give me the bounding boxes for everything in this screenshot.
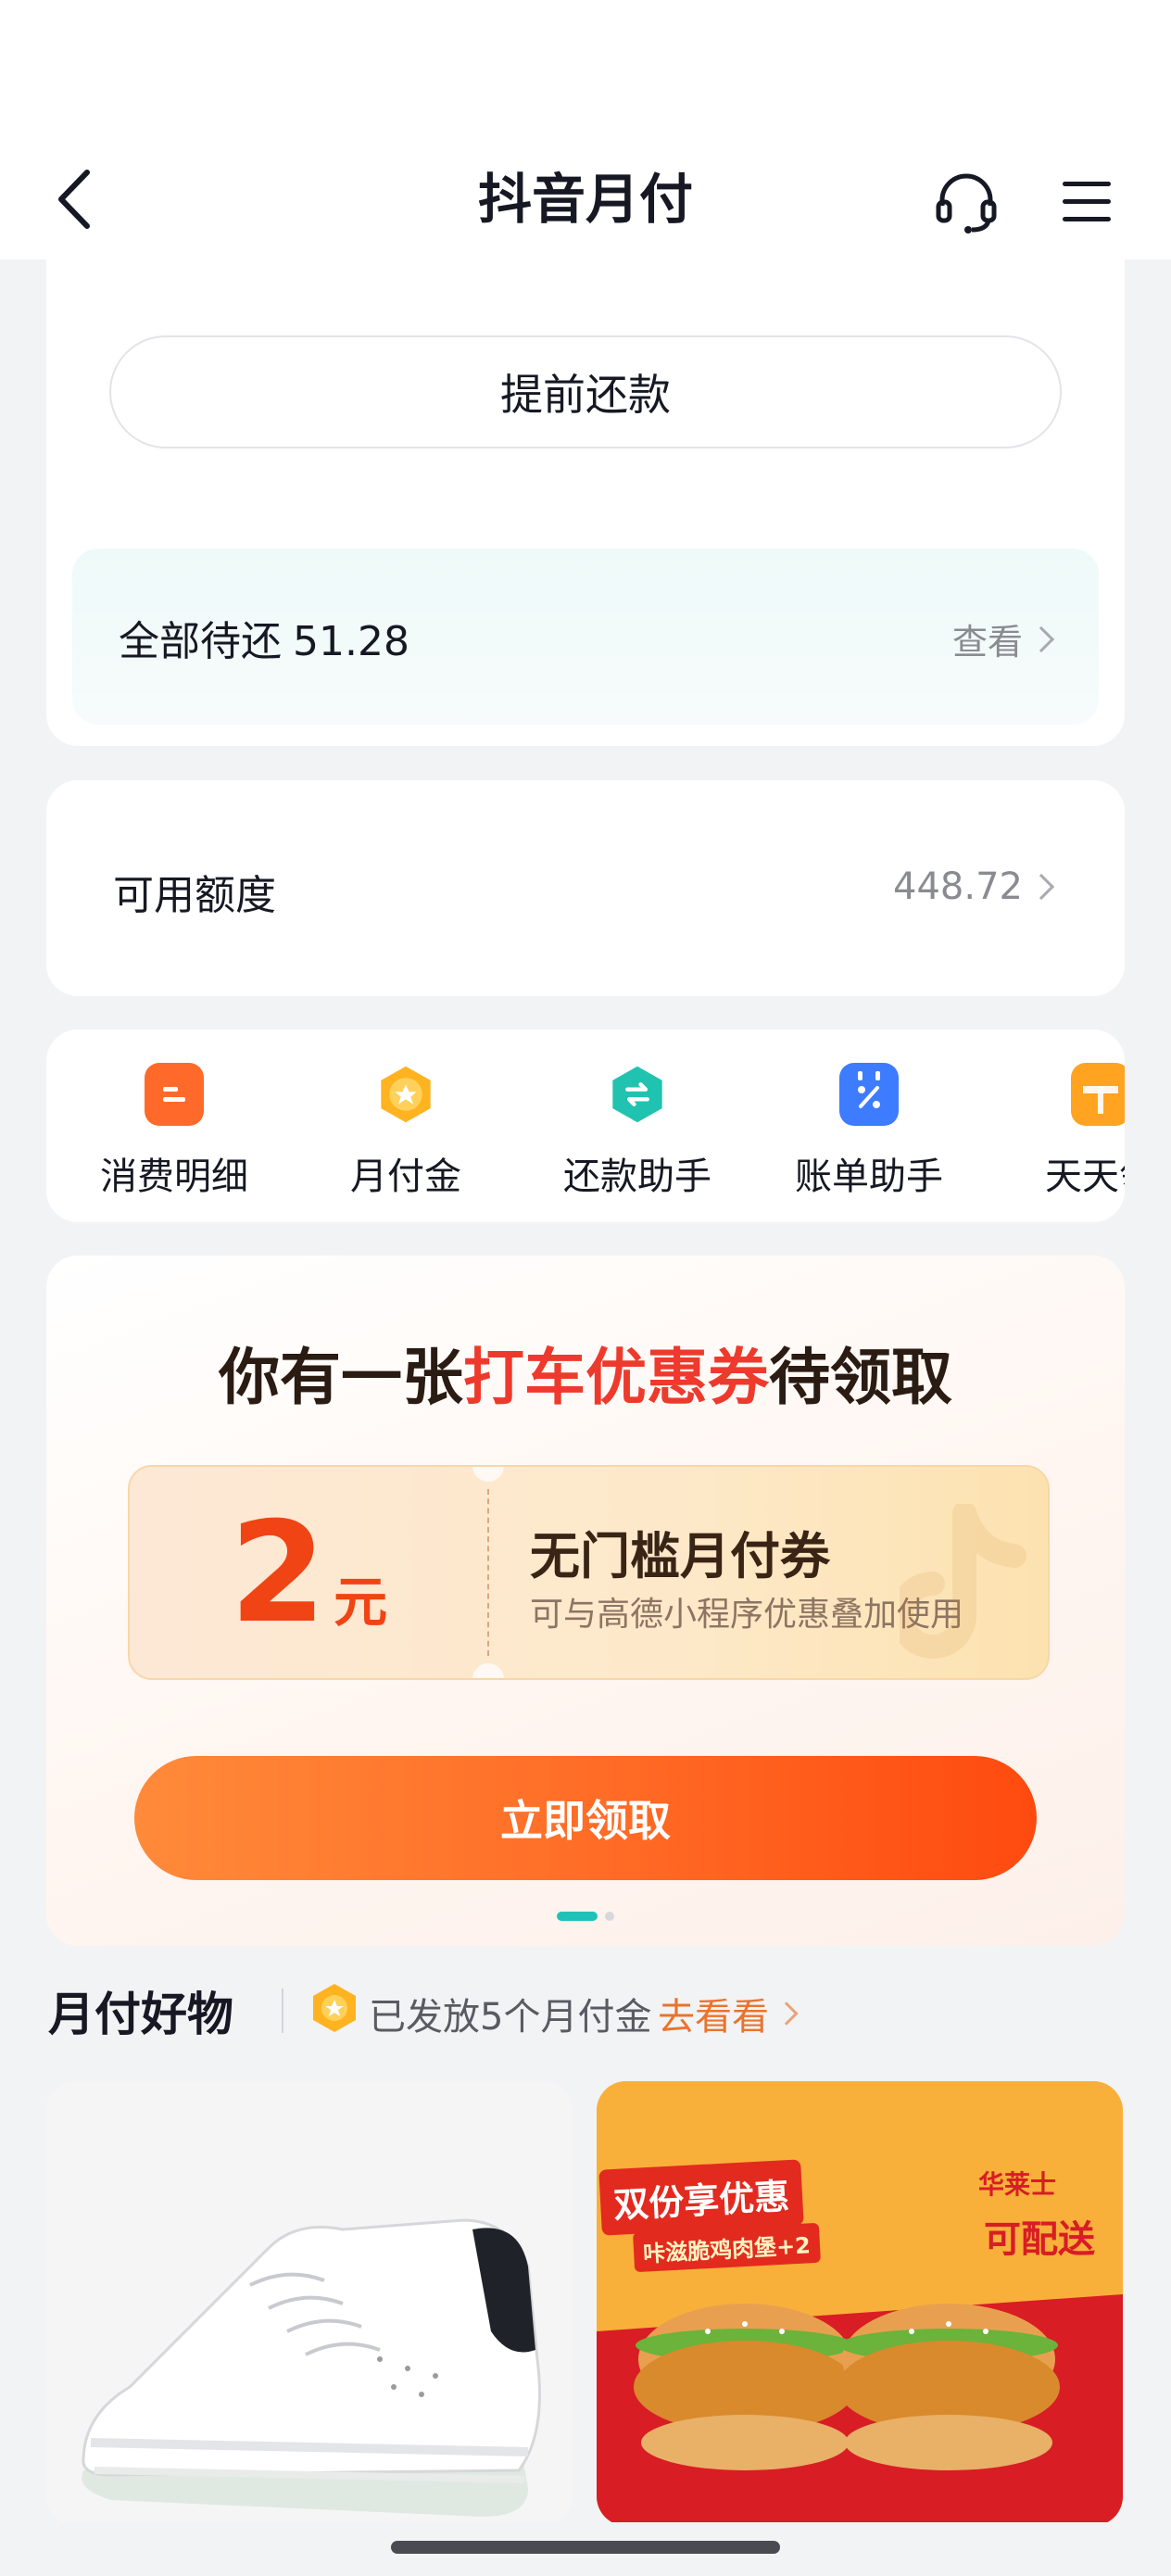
go-see-link[interactable]: 去看看 [658,1987,799,2040]
customer-service-button[interactable] [926,162,1005,241]
coupon-amount: 2元 [130,1495,487,1652]
promo-card: 你有一张打车优惠券待领取 2元 无门槛月付券 可与高德小程序优惠叠加使用 立即领… [46,1256,1125,1946]
chevron-right-icon [774,2001,799,2026]
coupon-description: 可与高德小程序优惠叠加使用 [530,1596,964,1634]
credit-limit-card[interactable]: 可用额度 448.72 [46,780,1125,996]
sneaker-image [46,2081,573,2526]
status-bar [0,0,1171,139]
service-item-spending-details[interactable]: 消费明细 [72,1063,276,1200]
menu-button[interactable] [1047,162,1126,241]
star-coin-icon [376,1063,435,1126]
brand-name: 华莱士 [978,2169,1057,2200]
home-indicator[interactable] [391,2541,780,2554]
carousel-indicator [46,1912,1125,1921]
service-label: 天天领 [1045,1155,1125,1198]
service-label: 消费明细 [100,1155,248,1198]
credit-issued-text: 已发放5个月付金 [369,1996,652,2039]
credit-limit-label: 可用额度 [113,872,276,919]
document-icon [145,1063,204,1126]
go-see-label: 去看看 [658,1996,769,2039]
calendar-percent-icon [839,1063,899,1126]
credit-limit-value-row: 448.72 [893,865,1055,908]
coupon-notch [472,1663,504,1678]
coupon-name: 无门槛月付券 [530,1527,830,1585]
service-label: 还款助手 [563,1155,711,1198]
star-coin-icon [313,1984,356,2032]
services-card: 消费明细 月付金 还款助手 账单助手 天天领 [46,1029,1125,1222]
carousel-dot-active [557,1912,598,1921]
repayment-card: ( ... ) 提前还款 全部待还51.28 查看 [46,185,1125,746]
view-label: 查看 [951,622,1023,663]
coupon-value: 2 [229,1493,327,1654]
promo-title: 你有一张打车优惠券待领取 [46,1328,1125,1417]
total-due-text: 全部待还 [119,618,282,665]
goods-section-title: 月付好物 [48,1988,233,2041]
claim-now-button[interactable]: 立即领取 [134,1756,1037,1880]
nav-bar: 抖音月付 [0,139,1171,259]
total-due-row[interactable]: 全部待还 51.28 查看 [72,549,1099,725]
promo-title-prefix: 你有一张 [219,1342,463,1413]
service-item-monthly-credit[interactable]: 月付金 [304,1063,508,1200]
gift-icon [1071,1063,1125,1126]
product-card-burger[interactable]: 双份享优惠 咔滋脆鸡肉堡+2 华莱士 可配送 [597,2081,1123,2526]
product-card-sneaker[interactable] [46,2081,573,2526]
coupon-unit: 元 [334,1571,388,1634]
carousel-dot [605,1912,614,1921]
chevron-right-icon [1027,873,1055,901]
promo-title-suffix: 待领取 [769,1342,952,1413]
douyin-logo-icon [900,1504,1026,1659]
credit-limit-value: 448.72 [893,865,1023,908]
view-link[interactable]: 查看 [951,613,1055,664]
total-due-label: 全部待还 51.28 [119,608,409,667]
service-item-daily-rewards[interactable]: 天天领 [999,1063,1125,1200]
service-label: 月付金 [350,1155,461,1198]
divider [282,1989,283,2033]
headset-icon [936,173,996,234]
delivery-tag: 可配送 [984,2218,1095,2261]
burger-image [597,2081,1123,2526]
coupon-notch [472,1467,504,1482]
exchange-icon [608,1063,667,1126]
coupon-ticket: 2元 无门槛月付券 可与高德小程序优惠叠加使用 [128,1465,1050,1680]
hamburger-menu-icon [1062,181,1111,221]
goods-section-header: 月付好物 已发放5个月付金 去看看 [48,1972,1123,2046]
coupon-divider [487,1489,489,1656]
service-item-repay-assistant[interactable]: 还款助手 [535,1063,739,1200]
total-due-amount: 51.28 [293,618,409,665]
promo-title-highlight: 打车优惠券 [463,1342,769,1413]
chevron-right-icon [1027,625,1055,652]
service-item-bill-assistant[interactable]: 账单助手 [767,1063,971,1200]
service-label: 账单助手 [795,1155,943,1198]
prepay-button[interactable]: 提前还款 [109,335,1062,448]
